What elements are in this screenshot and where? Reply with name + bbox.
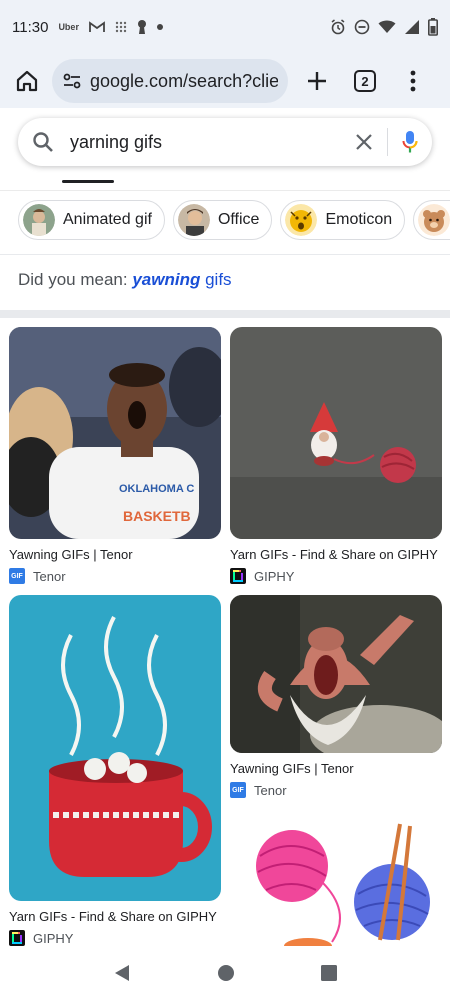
uber-icon: Uber	[58, 22, 79, 32]
tab-switcher-button[interactable]: 2	[348, 64, 382, 98]
site-settings-icon[interactable]	[62, 71, 82, 91]
did-you-mean-prefix: Did you mean:	[18, 270, 133, 289]
home-circle-icon	[218, 965, 234, 981]
chip-emoticon[interactable]: Emoticon	[280, 200, 406, 240]
jersey-text-line2: BASKETB	[123, 508, 191, 524]
source-name: GIPHY	[254, 568, 295, 584]
tabs-divider	[0, 190, 450, 191]
image-result[interactable]: Yarn GIFs - Find & Share on GIPHY GIPHY	[9, 595, 221, 946]
url-text: google.com/search?clier	[90, 70, 278, 91]
chip-office[interactable]: Office	[172, 200, 273, 240]
home-button[interactable]	[10, 64, 44, 98]
tenor-icon: GIF	[230, 782, 246, 798]
new-tab-button[interactable]	[300, 64, 334, 98]
result-source: GIPHY	[9, 930, 221, 946]
notification-icons: Uber	[58, 19, 163, 35]
source-name: GIPHY	[33, 930, 74, 946]
source-name: Tenor	[254, 782, 287, 798]
alarm-icon	[330, 19, 346, 35]
tenor-icon: GIF	[9, 568, 25, 584]
system-icons	[330, 18, 438, 36]
overflow-menu-button[interactable]	[396, 64, 430, 98]
result-title[interactable]: Yawning GIFs | Tenor	[230, 761, 442, 776]
recents-square-icon	[321, 965, 337, 981]
dwarf-yawning-image[interactable]	[230, 595, 442, 753]
gnome-with-yarn-ball-image[interactable]	[230, 327, 442, 539]
chip-label: Office	[217, 211, 260, 228]
status-bar: 11:30 Uber	[0, 0, 450, 54]
search-divider	[387, 128, 388, 156]
microphone-icon	[402, 131, 418, 153]
clear-search-button[interactable]	[355, 133, 373, 151]
search-box[interactable]: yarning gifs	[18, 118, 432, 166]
chip-bear[interactable]	[413, 200, 450, 240]
section-divider	[0, 254, 450, 255]
image-result[interactable]: Yarn GIFs - Find & Share on GIPHY GIPHY	[230, 327, 442, 584]
system-nav-bar	[0, 946, 450, 1000]
giphy-icon	[230, 568, 246, 584]
more-vert-icon	[410, 70, 416, 92]
yarn-balls-with-needles-image[interactable]	[230, 810, 442, 946]
result-title[interactable]: Yawning GIFs | Tenor	[9, 547, 221, 562]
result-title[interactable]: Yarn GIFs - Find & Share on GIPHY	[230, 547, 442, 562]
knitted-hot-cocoa-mug-image[interactable]	[9, 595, 221, 901]
grid-dots-icon	[115, 21, 127, 33]
chip-thumbnail	[177, 204, 210, 236]
do-not-disturb-icon	[354, 19, 370, 35]
battery-icon	[428, 18, 438, 36]
chip-thumbnail	[285, 204, 318, 236]
did-you-mean-rest: gifs	[200, 270, 232, 289]
plus-icon	[308, 72, 326, 90]
dot-icon	[156, 24, 163, 30]
image-result[interactable]	[230, 810, 442, 946]
result-source: GIF Tenor	[9, 568, 221, 584]
search-input[interactable]: yarning gifs	[70, 132, 355, 153]
source-name: Tenor	[33, 568, 66, 584]
chip-label: Animated gif	[63, 211, 152, 228]
browser-toolbar: google.com/search?clier 2	[0, 54, 450, 108]
results-divider	[0, 310, 450, 318]
did-you-mean: Did you mean: yawning gifs	[18, 270, 232, 290]
search-icon	[33, 132, 53, 152]
basketball-player-yawning-image[interactable]: OKLAHOMA C BASKETB	[9, 327, 221, 539]
jersey-text-line1: OKLAHOMA C	[119, 483, 194, 495]
search-area: yarning gifs	[0, 108, 450, 192]
image-result[interactable]: OKLAHOMA C BASKETB Yawning GIFs | Tenor …	[9, 327, 221, 584]
chip-thumbnail	[23, 204, 55, 236]
back-button[interactable]	[113, 964, 131, 982]
did-you-mean-correction: yawning	[132, 270, 201, 289]
back-triangle-icon	[115, 965, 129, 981]
address-bar[interactable]: google.com/search?clier	[52, 59, 288, 103]
close-icon	[356, 134, 372, 150]
chip-animated-gif[interactable]: Animated gif	[18, 200, 165, 240]
result-source: GIPHY	[230, 568, 442, 584]
home-icon	[16, 70, 38, 92]
suggestion-chips: Animated gif Office Emoticon	[0, 200, 450, 244]
recents-button[interactable]	[321, 965, 337, 981]
status-time: 11:30	[12, 18, 49, 36]
giphy-icon	[9, 930, 25, 946]
voice-search-button[interactable]	[402, 130, 418, 154]
image-result[interactable]: Yawning GIFs | Tenor GIF Tenor	[230, 595, 442, 798]
chip-thumbnail	[418, 204, 450, 236]
gmail-icon	[89, 21, 105, 33]
chip-label: Emoticon	[325, 211, 393, 228]
keyhole-icon	[137, 19, 147, 35]
home-nav-button[interactable]	[217, 964, 235, 982]
did-you-mean-link[interactable]: yawning gifs	[132, 270, 231, 289]
result-source: GIF Tenor	[230, 782, 442, 798]
result-title[interactable]: Yarn GIFs - Find & Share on GIPHY	[9, 909, 221, 924]
signal-icon	[404, 19, 420, 35]
wifi-icon	[378, 20, 396, 34]
active-tab-indicator	[62, 180, 114, 183]
tab-count: 2	[354, 70, 376, 92]
